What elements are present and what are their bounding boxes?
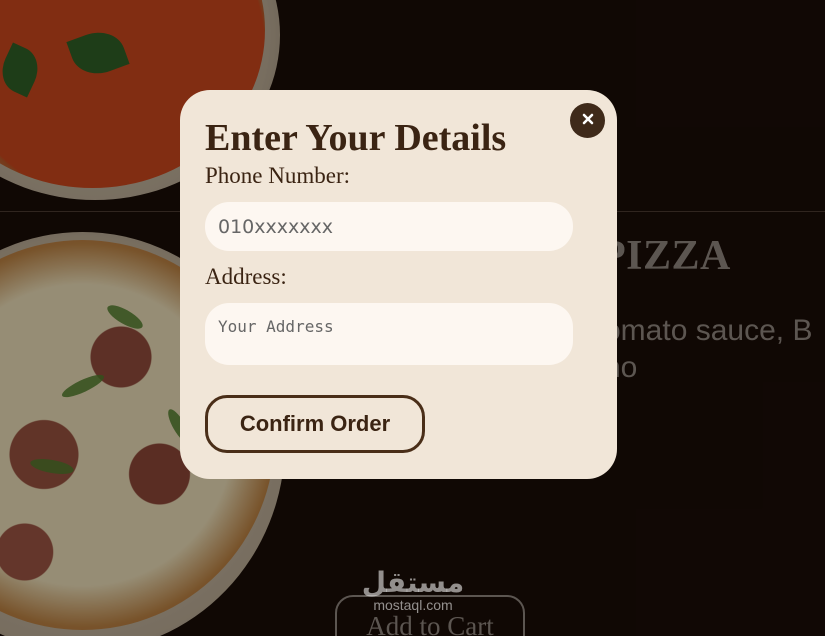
- watermark: مستقل mostaql.com: [358, 566, 468, 613]
- address-label: Address:: [205, 264, 287, 289]
- phone-input[interactable]: [205, 202, 573, 251]
- close-icon: [582, 112, 594, 130]
- modal-title: Enter Your Details: [205, 117, 507, 159]
- watermark-url: mostaql.com: [373, 597, 453, 613]
- address-input[interactable]: [205, 303, 573, 365]
- close-button[interactable]: [570, 103, 605, 138]
- confirm-order-button[interactable]: Confirm Order: [205, 395, 425, 453]
- page: PIZZA omato sauce, B no Add to Cart مستق…: [0, 0, 825, 636]
- details-modal: Enter Your Details Phone Number: Address…: [180, 90, 617, 479]
- phone-label: Phone Number:: [205, 163, 351, 188]
- confirm-order-label: Confirm Order: [239, 411, 391, 436]
- watermark-logo: مستقل: [361, 566, 465, 599]
